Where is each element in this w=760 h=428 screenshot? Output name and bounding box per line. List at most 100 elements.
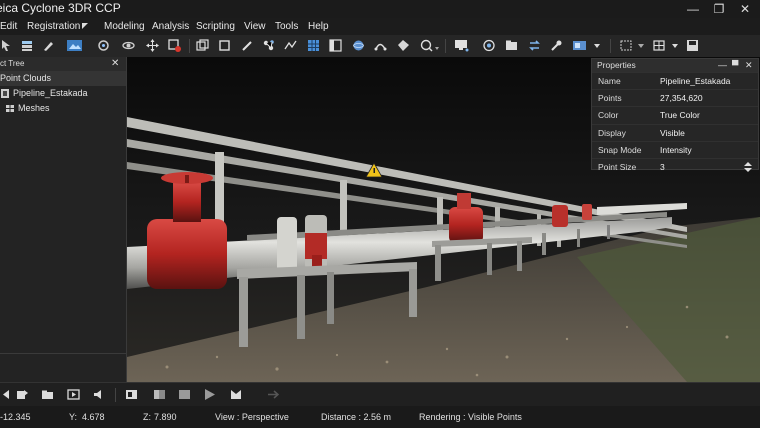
sphere-icon[interactable] <box>352 39 365 52</box>
pointer-icon[interactable] <box>0 39 13 52</box>
rotate-icon[interactable] <box>97 39 110 52</box>
menu-view[interactable]: View <box>244 21 266 32</box>
properties-panel: Properties — ▀ ✕ Name Pipeline_Estakada … <box>591 58 759 172</box>
status-rendering: Rendering : Visible Points <box>419 412 522 422</box>
menu-tools[interactable]: Tools <box>275 21 298 32</box>
status-z: 7.890 <box>154 412 177 422</box>
property-row[interactable]: Color True Color <box>592 106 758 123</box>
toolbar-separator <box>115 388 116 402</box>
folder-icon[interactable] <box>505 39 518 52</box>
pin-icon[interactable]: ▀ <box>732 59 738 72</box>
toolbar-separator <box>610 39 611 53</box>
status-z-label: Z: <box>143 412 151 422</box>
status-view: View : Perspective <box>215 412 289 422</box>
step-icon[interactable] <box>67 389 80 400</box>
probe-icon[interactable] <box>420 39 440 52</box>
display-icon[interactable] <box>572 39 602 52</box>
properties-header: Properties — ▀ ✕ <box>592 59 758 72</box>
property-name: Color <box>598 110 619 121</box>
panel-icon[interactable] <box>329 39 342 52</box>
property-row[interactable]: Snap Mode Intensity <box>592 140 758 158</box>
frame-back-icon[interactable] <box>125 389 138 400</box>
monitor-icon[interactable] <box>454 39 470 52</box>
property-row[interactable]: Name Pipeline_Estakada <box>592 72 758 89</box>
save-icon[interactable] <box>686 39 699 52</box>
status-bar: -12.345 Y: 4.678 Z: 7.890 View : Perspec… <box>0 406 760 428</box>
property-value: Intensity <box>660 144 692 155</box>
title-bar: eica Cyclone 3DR CCP — ❐ ✕ <box>0 0 760 18</box>
menu-edit[interactable]: Edit <box>0 21 17 32</box>
layers-icon[interactable] <box>21 39 34 52</box>
property-name: Point Size <box>598 161 637 172</box>
close-icon[interactable]: ✕ <box>745 59 753 72</box>
window-title: eica Cyclone 3DR CCP <box>0 1 121 15</box>
duplicate-icon[interactable] <box>196 39 209 52</box>
minimize-icon[interactable]: — <box>680 0 706 18</box>
export-icon[interactable] <box>16 389 29 400</box>
selection-icon[interactable] <box>620 39 646 52</box>
next-icon <box>268 390 280 399</box>
point-cloud-icon <box>1 89 9 98</box>
play-icon[interactable] <box>203 389 216 400</box>
align-icon[interactable] <box>374 39 387 52</box>
close-icon[interactable]: ✕ <box>111 57 119 71</box>
orbit-icon[interactable] <box>122 39 135 52</box>
property-name: Snap Mode <box>598 144 642 155</box>
refresh-icon[interactable] <box>528 39 541 52</box>
flag-icon[interactable] <box>81 22 89 30</box>
camera-icon[interactable] <box>482 39 498 52</box>
restore-icon[interactable]: ❐ <box>706 0 732 18</box>
table-icon[interactable] <box>653 39 681 52</box>
tree-item-label: Meshes <box>18 103 50 113</box>
menu-registration[interactable]: Registration <box>27 21 80 32</box>
record-icon[interactable] <box>178 389 191 400</box>
menu-scripting[interactable]: Scripting <box>196 21 235 32</box>
minimize-icon[interactable]: — <box>718 59 727 72</box>
toolbar-separator <box>189 39 190 53</box>
tree-category[interactable]: Point Clouds <box>0 71 126 86</box>
tree-item-pipeline[interactable]: Pipeline_Estakada <box>0 86 126 101</box>
property-name: Points <box>598 93 622 104</box>
polyline-icon[interactable] <box>284 39 297 52</box>
image-icon[interactable] <box>66 39 83 52</box>
property-value: True Color <box>660 110 700 121</box>
molecule-icon[interactable] <box>262 39 275 52</box>
forward-icon[interactable] <box>230 389 243 400</box>
volume-icon[interactable] <box>93 389 106 400</box>
property-name: Name <box>598 76 621 86</box>
status-y-label: Y: <box>69 412 78 422</box>
transform-icon[interactable] <box>397 39 410 52</box>
menu-help[interactable]: Help <box>308 21 329 32</box>
spinner-icon[interactable] <box>744 161 752 172</box>
status-y: 4.678 <box>82 412 105 422</box>
grid-icon[interactable] <box>307 39 320 52</box>
delete-icon[interactable] <box>168 39 181 52</box>
tree-item-meshes[interactable]: Meshes <box>0 101 126 116</box>
pen-icon[interactable] <box>241 39 254 52</box>
menu-analysis[interactable]: Analysis <box>152 21 189 32</box>
property-name: Display <box>598 127 626 138</box>
main-toolbar <box>0 35 760 58</box>
status-distance: Distance : 2.56 m <box>321 412 392 422</box>
skip-back-icon[interactable] <box>0 389 13 400</box>
properties-title: Properties <box>597 60 636 70</box>
tools-icon[interactable] <box>550 39 563 52</box>
object-tree-header: ct Tree ✕ <box>0 57 126 71</box>
brush-icon[interactable] <box>42 39 55 52</box>
frame-icon[interactable] <box>218 39 231 52</box>
point-size-row[interactable]: Point Size 3 <box>592 157 758 175</box>
playback-bar <box>0 382 760 407</box>
object-tree-title: ct Tree <box>0 59 25 68</box>
tree-category-label: Point Clouds <box>0 73 52 83</box>
close-icon[interactable]: ✕ <box>732 0 758 18</box>
point-size-value[interactable]: 3 <box>660 159 665 175</box>
move-icon[interactable] <box>146 39 159 52</box>
mesh-icon <box>6 105 14 112</box>
menu-modeling[interactable]: Modeling <box>104 21 145 32</box>
property-row[interactable]: Points 27,354,620 <box>592 89 758 106</box>
stop-icon[interactable] <box>153 389 166 400</box>
property-value: Pipeline_Estakada <box>660 76 731 86</box>
folder-icon[interactable] <box>41 389 54 400</box>
menu-bar: Edit Registration Modeling Analysis Scri… <box>0 18 760 35</box>
property-row[interactable]: Display Visible <box>592 123 758 141</box>
